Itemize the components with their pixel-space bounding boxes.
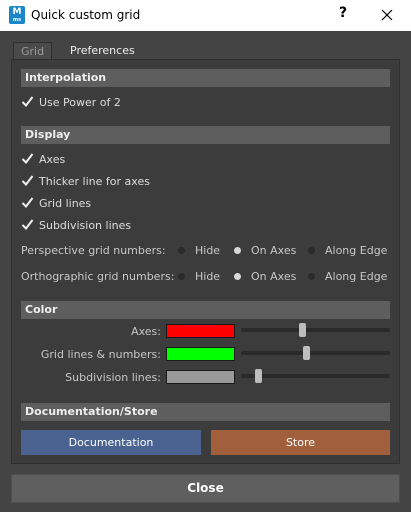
perspective-on-axes-radio[interactable]: On Axes — [234, 244, 296, 257]
perspective-grid-numbers-label: Perspective grid numbers: — [21, 244, 166, 257]
axes-label: Axes — [39, 152, 66, 166]
orthographic-grid-numbers-label: Orthographic grid numbers: — [21, 270, 175, 283]
grid-lines-label: Grid lines — [39, 196, 92, 210]
section-header-color: Color — [21, 301, 390, 319]
close-icon — [381, 9, 393, 21]
use-power-of-2-checkbox[interactable]: Use Power of 2 — [21, 94, 121, 110]
documentation-button[interactable]: Documentation — [21, 430, 201, 455]
perspective-along-edge-radio[interactable]: Along Edge — [308, 244, 387, 257]
axes-checkbox[interactable]: Axes — [21, 151, 66, 167]
grid-lines-slider-handle[interactable] — [303, 346, 310, 360]
radio-dot-selected-icon — [234, 247, 241, 254]
window-close-button[interactable] — [375, 4, 399, 26]
tab-preferences[interactable]: Preferences — [63, 42, 142, 60]
axes-color-label: Axes: — [131, 325, 161, 338]
grid-lines-color-swatch[interactable] — [166, 347, 235, 361]
subdivision-color-swatch[interactable] — [166, 370, 235, 384]
checkmark-icon — [21, 152, 34, 165]
radio-dot-icon — [308, 273, 315, 280]
orthographic-along-edge-radio[interactable]: Along Edge — [308, 270, 387, 283]
window-title: Quick custom grid — [31, 8, 141, 22]
grid-lines-color-label: Grid lines & numbers: — [40, 348, 161, 361]
perspective-hide-radio[interactable]: Hide — [178, 244, 220, 257]
checkmark-icon — [21, 218, 34, 231]
axes-color-swatch[interactable] — [166, 324, 235, 338]
checkmark-icon — [21, 95, 34, 108]
orthographic-hide-radio[interactable]: Hide — [178, 270, 220, 283]
tab-grid[interactable]: Grid — [13, 42, 53, 60]
checkmark-icon — [21, 174, 34, 187]
store-button[interactable]: Store — [211, 430, 390, 455]
section-header-interpolation: Interpolation — [21, 69, 390, 87]
radio-dot-icon — [178, 273, 185, 280]
use-power-of-2-label: Use Power of 2 — [39, 95, 121, 109]
radio-dot-selected-icon — [234, 273, 241, 280]
orthographic-on-axes-radio[interactable]: On Axes — [234, 270, 296, 283]
thicker-line-label: Thicker line for axes — [39, 174, 150, 188]
axes-slider-handle[interactable] — [299, 323, 306, 337]
subdivision-lines-label: Subdivision lines — [39, 218, 132, 232]
axes-slider[interactable] — [241, 323, 390, 337]
section-header-documentation-store: Documentation/Store — [21, 403, 390, 421]
thicker-line-checkbox[interactable]: Thicker line for axes — [21, 173, 150, 189]
app-logo-icon: Mms — [9, 6, 25, 24]
grid-lines-slider[interactable] — [241, 346, 390, 360]
close-button[interactable]: Close — [11, 474, 400, 503]
section-header-display: Display — [21, 126, 390, 144]
subdivision-color-label: Subdivision lines: — [65, 371, 161, 384]
checkmark-icon — [21, 196, 34, 209]
subdivision-slider[interactable] — [241, 369, 390, 383]
subdivision-slider-handle[interactable] — [255, 369, 262, 383]
radio-dot-icon — [178, 247, 185, 254]
subdivision-lines-checkbox[interactable]: Subdivision lines — [21, 217, 132, 233]
help-button[interactable]: ? — [335, 5, 351, 25]
radio-dot-icon — [308, 247, 315, 254]
title-bar: Mms Quick custom grid ? — [0, 0, 411, 31]
grid-lines-checkbox[interactable]: Grid lines — [21, 195, 92, 211]
